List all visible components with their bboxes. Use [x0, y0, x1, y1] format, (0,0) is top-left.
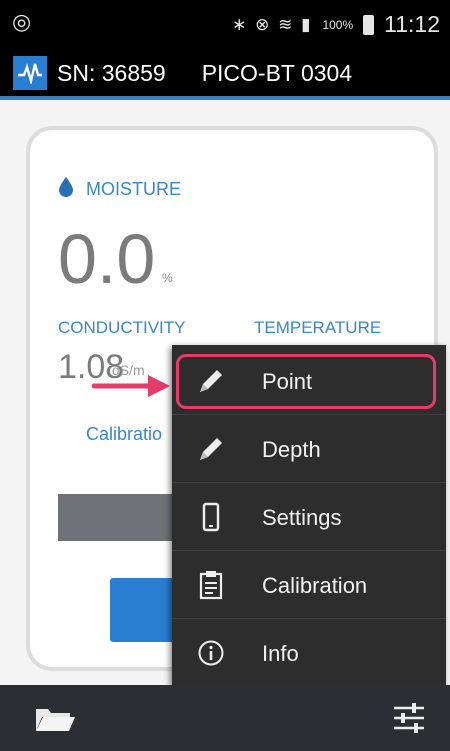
pencil-icon: [196, 433, 226, 465]
moisture-value: 0.0: [58, 220, 156, 298]
info-icon: [196, 637, 226, 669]
system-icons: ∗ ⊗ ≋ ▮: [232, 14, 313, 34]
clipboard-icon: [196, 569, 226, 601]
moisture-unit: %: [162, 271, 173, 285]
device-name: PICO-BT 0304: [201, 59, 353, 86]
water-drop-icon: [58, 176, 74, 203]
temperature-label: TEMPERATURE: [254, 318, 382, 337]
app-bar: SN: 36859 PICO-BT 0304: [0, 50, 450, 100]
tune-icon[interactable]: [392, 701, 426, 740]
menu-item-calibration[interactable]: Calibration: [172, 551, 446, 619]
highlight-box: [176, 354, 436, 409]
calibration-link[interactable]: Calibratio: [86, 424, 162, 445]
menu-item-label: Info: [262, 641, 299, 666]
app-status-icon: ◎: [12, 9, 32, 34]
folder-icon[interactable]: [34, 705, 76, 738]
clock: 11:12: [384, 11, 440, 37]
serial-number: SN: 36859: [57, 59, 166, 86]
menu-item-label: Settings: [262, 505, 342, 530]
menu-item-label: Calibration: [262, 573, 368, 598]
moisture-header: MOISTURE: [58, 176, 181, 203]
battery-percent: 100%: [322, 17, 354, 32]
phone-icon: [196, 501, 226, 533]
menu-item-label: Depth: [262, 437, 321, 462]
status-icons: ∗ ⊗ ≋ ▮ 100% 11:12: [232, 11, 440, 38]
arrow-annotation-icon: [92, 375, 170, 397]
menu-item-info[interactable]: Info: [172, 619, 446, 687]
menu-item-settings[interactable]: Settings: [172, 483, 446, 551]
conductivity-label: CONDUCTIVITY: [58, 318, 186, 337]
bottom-bar: [0, 685, 450, 751]
battery-icon: [363, 14, 375, 35]
status-bar: ◎ ∗ ⊗ ≋ ▮ 100% 11:12: [0, 0, 450, 50]
moisture-label: MOISTURE: [86, 179, 182, 199]
menu-item-depth[interactable]: Depth: [172, 415, 446, 483]
app-logo-icon: [13, 56, 47, 90]
